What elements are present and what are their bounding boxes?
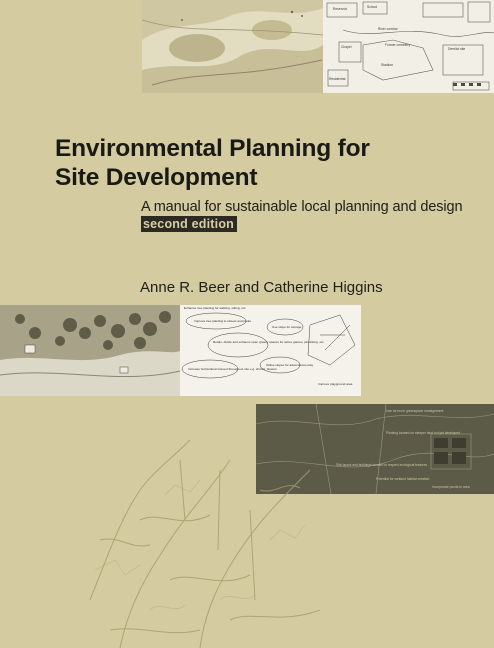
diagram-note: Enhance tree planting for walking, sitti…: [184, 306, 246, 310]
book-cover: Reservoir School River corridor Former c…: [0, 0, 494, 648]
aerial-photo-middle-left: [0, 305, 180, 396]
map-note: Potential for wetland habitat creation: [376, 477, 429, 481]
diagram-note: Improve playground area: [318, 382, 353, 386]
diagram-note: Retain, divide and enhance open grassy s…: [213, 340, 325, 344]
map-label: Reservoir: [333, 7, 348, 11]
map-note: Incorporate ponds in area: [432, 485, 470, 489]
map-note: Use for more greenspace management: [386, 409, 443, 413]
map-label: River corridor: [378, 27, 399, 31]
map-label: School: [367, 5, 377, 9]
diagram-note: Increase horticultural interest througho…: [188, 367, 277, 371]
landscape-sketch: [89, 439, 321, 648]
diagram-note: Improve tree planting in streets and par…: [194, 319, 251, 323]
planning-diagram-middle-right: Enhance tree planting for walking, sitti…: [180, 305, 361, 396]
diagram-note: Utilise slopes for adventurous play: [266, 363, 314, 367]
map-note: Site layout and buildings located to res…: [336, 463, 427, 467]
title-line-1: Environmental Planning for: [55, 135, 370, 162]
title-line-2: Site Development: [55, 164, 258, 191]
map-label: Residential: [329, 77, 346, 81]
book-title: Environmental Planning for Site Developm…: [55, 134, 475, 192]
diagram-note: Use slope for storage: [272, 325, 302, 329]
edition-badge: second edition: [141, 216, 238, 232]
book-subtitle: A manual for sustainable local planning …: [141, 199, 463, 215]
map-label: Former cemetery: [385, 43, 410, 47]
aerial-map-top-left: [142, 0, 323, 93]
book-authors: Anne R. Beer and Catherine Higgins: [140, 279, 383, 296]
map-label: Derelict site: [448, 47, 465, 51]
map-label: Chapel: [341, 45, 352, 49]
site-plan-map-top-right: Reservoir School River corridor Former c…: [323, 0, 494, 93]
map-note: Planting located on steeper land not yet…: [386, 431, 460, 435]
map-label: Stadium: [381, 63, 393, 67]
